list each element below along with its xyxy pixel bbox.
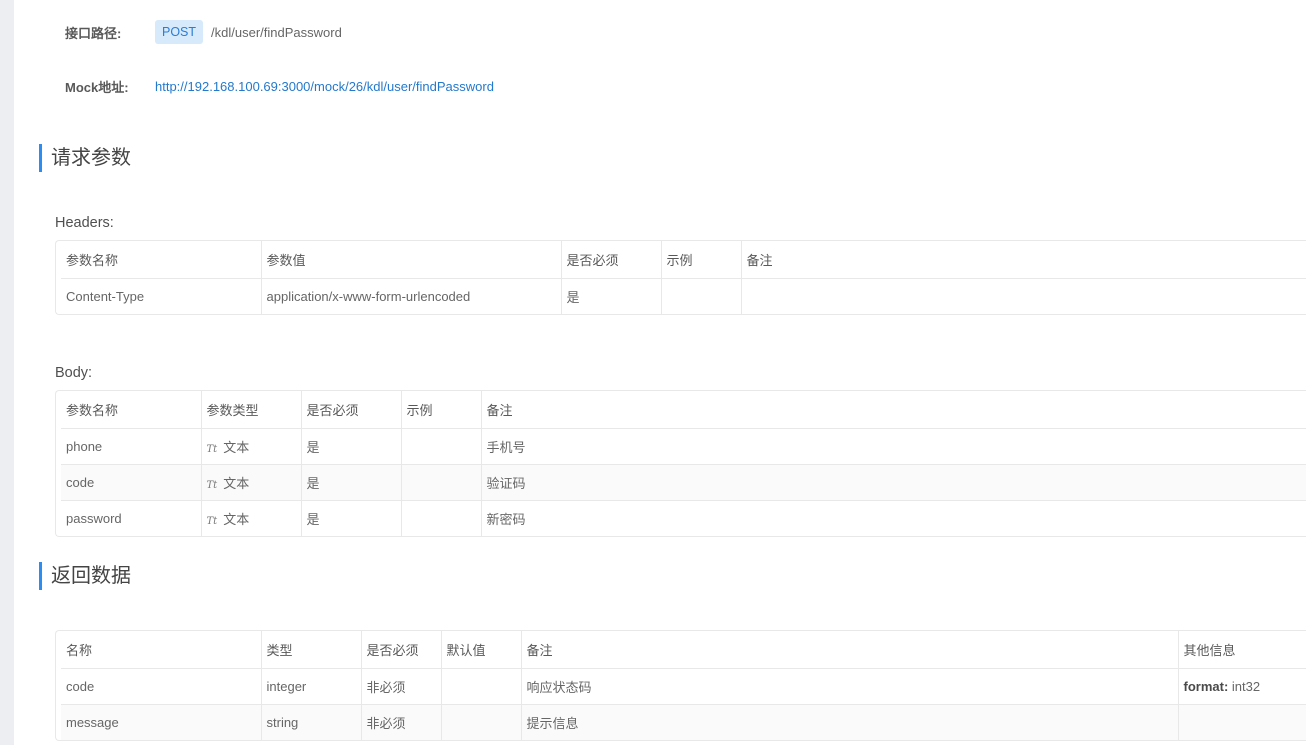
table-cell: 是 bbox=[561, 278, 662, 314]
text-type-icon: Tt bbox=[206, 443, 218, 455]
body-table: 参数名称 参数类型 是否必须 示例 备注 phone Tt 文本 是 手机号 co… bbox=[55, 390, 1306, 537]
table-cell: Tt 文本 bbox=[201, 428, 302, 465]
type-label: 文本 bbox=[223, 511, 250, 527]
column-header: 示例 bbox=[401, 391, 482, 429]
table-cell bbox=[401, 464, 482, 501]
column-header: 示例 bbox=[661, 241, 742, 279]
response-table-header: 名称 类型 是否必须 默认值 备注 其他信息 bbox=[61, 631, 1306, 669]
table-cell: 提示信息 bbox=[521, 704, 1179, 740]
table-cell: 验证码 bbox=[481, 464, 1306, 501]
method-badge: POST bbox=[155, 20, 204, 44]
response-section-title: 返回数据 bbox=[39, 562, 131, 590]
table-cell: Tt 文本 bbox=[201, 500, 302, 536]
table-cell bbox=[661, 278, 742, 314]
column-header: 其他信息 bbox=[1178, 631, 1306, 669]
table-cell: 是 bbox=[301, 500, 402, 536]
column-header: 备注 bbox=[481, 391, 1306, 429]
headers-table-header: 参数名称 参数值 是否必须 示例 备注 bbox=[61, 241, 1306, 279]
table-cell: Content-Type bbox=[61, 278, 262, 314]
table-cell: code bbox=[61, 464, 202, 501]
table-cell: code bbox=[61, 668, 262, 705]
type-label: 文本 bbox=[223, 439, 250, 455]
table-cell bbox=[441, 704, 522, 740]
table-cell: phone bbox=[61, 428, 202, 465]
table-row: password Tt 文本 是 新密码 bbox=[61, 500, 1306, 536]
type-label: 文本 bbox=[223, 475, 250, 491]
headers-title: Headers: bbox=[55, 215, 114, 231]
column-header: 默认值 bbox=[441, 631, 522, 669]
table-cell bbox=[1178, 704, 1306, 740]
column-header: 是否必须 bbox=[561, 241, 662, 279]
table-row: Content-Type application/x-www-form-urle… bbox=[61, 278, 1306, 314]
table-cell: format: int32 bbox=[1178, 668, 1306, 705]
column-header: 是否必须 bbox=[361, 631, 442, 669]
table-cell bbox=[401, 428, 482, 465]
format-key: format: bbox=[1183, 678, 1229, 694]
table-cell: 新密码 bbox=[486, 511, 526, 527]
api-path: /kdl/user/findPassword bbox=[211, 24, 342, 40]
column-header: 名称 bbox=[61, 631, 262, 669]
column-header: 参数值 bbox=[261, 241, 562, 279]
api-path-label: 接口路径: bbox=[65, 25, 122, 41]
table-cell bbox=[741, 278, 1306, 314]
text-type-icon: Tt bbox=[206, 479, 218, 491]
table-cell: 响应状态码 bbox=[521, 668, 1179, 705]
table-row: message string 非必须 提示信息 bbox=[61, 704, 1306, 740]
table-row: code Tt 文本 是 验证码 bbox=[61, 464, 1306, 501]
table-cell bbox=[401, 500, 482, 536]
column-header: 是否必须 bbox=[301, 391, 402, 429]
column-header: 参数名称 bbox=[61, 241, 262, 279]
table-cell: password bbox=[61, 500, 202, 536]
column-header: 备注 bbox=[521, 631, 1179, 669]
mock-url-link[interactable]: http://192.168.100.69:3000/mock/26/kdl/u… bbox=[155, 79, 494, 94]
format-value: int32 bbox=[1231, 678, 1261, 694]
table-cell: string bbox=[261, 704, 362, 740]
table-cell: application/x-www-form-urlencoded bbox=[261, 278, 562, 314]
table-cell: 是 bbox=[301, 428, 402, 465]
api-path-row: 接口路径: POST /kdl/user/findPassword bbox=[65, 19, 342, 45]
mock-url-row: Mock地址: http://192.168.100.69:3000/mock/… bbox=[65, 73, 494, 99]
table-cell: 是 bbox=[301, 464, 402, 501]
left-rail bbox=[0, 0, 14, 745]
table-row: code integer 非必须 响应状态码 format: int32 bbox=[61, 668, 1306, 705]
response-table: 名称 类型 是否必须 默认值 备注 其他信息 code integer 非必须 … bbox=[55, 630, 1306, 741]
text-type-icon: Tt bbox=[206, 515, 218, 527]
column-header: 参数类型 bbox=[201, 391, 302, 429]
headers-table: 参数名称 参数值 是否必须 示例 备注 Content-Type applica… bbox=[55, 240, 1306, 315]
request-section-title: 请求参数 bbox=[39, 144, 131, 172]
table-cell: 非必须 bbox=[361, 668, 442, 705]
table-cell: 非必须 bbox=[361, 704, 442, 740]
table-cell: message bbox=[61, 704, 262, 740]
mock-url-label: Mock地址: bbox=[65, 79, 129, 95]
column-header: 参数名称 bbox=[61, 391, 202, 429]
column-header: 类型 bbox=[261, 631, 362, 669]
body-table-header: 参数名称 参数类型 是否必须 示例 备注 bbox=[61, 391, 1306, 429]
table-cell: integer bbox=[261, 668, 362, 705]
table-cell: 手机号 bbox=[481, 428, 1306, 465]
body-title: Body: bbox=[55, 365, 93, 381]
table-cell: Tt 文本 bbox=[201, 464, 302, 501]
table-cell bbox=[441, 668, 522, 705]
column-header: 备注 bbox=[741, 241, 1306, 279]
table-row: phone Tt 文本 是 手机号 bbox=[61, 428, 1306, 465]
